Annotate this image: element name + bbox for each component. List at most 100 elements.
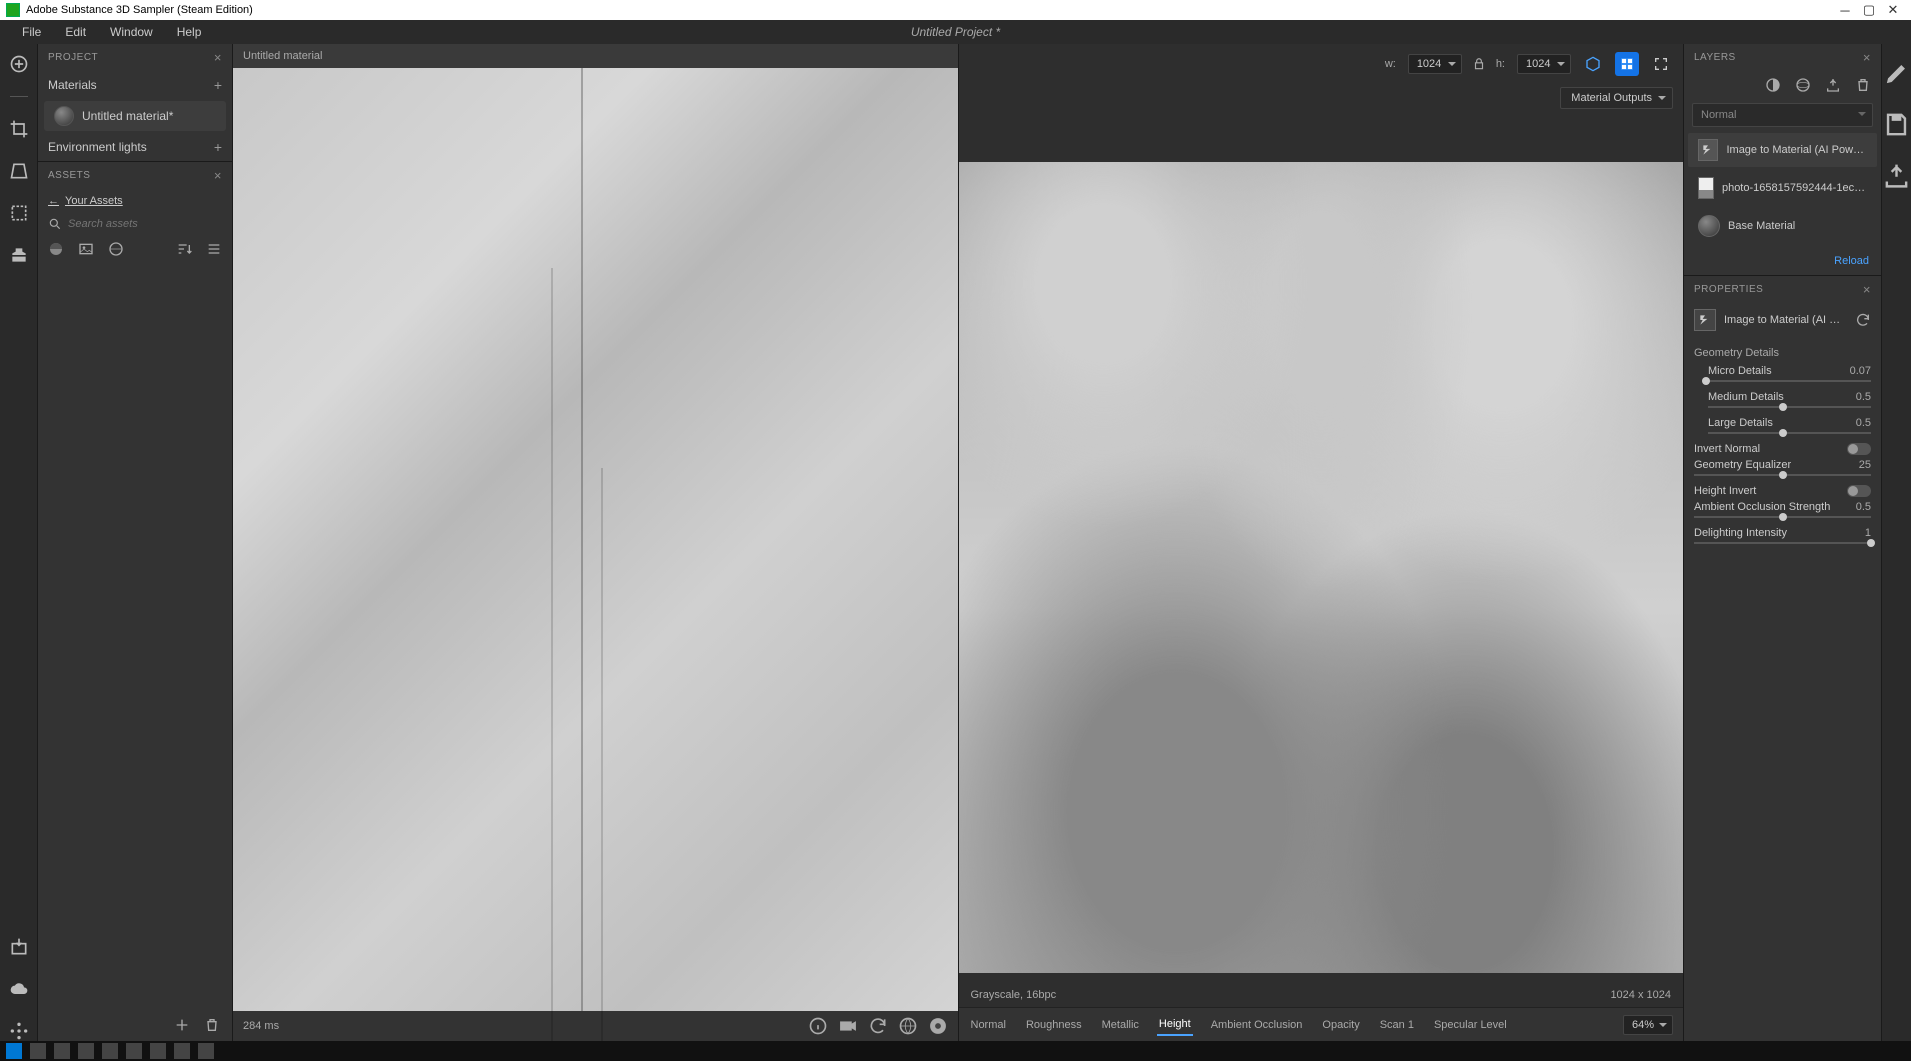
large-details-slider[interactable]: [1694, 429, 1871, 439]
taskbar-item[interactable]: [102, 1043, 118, 1059]
channel-ao[interactable]: Ambient Occlusion: [1209, 1015, 1305, 1035]
add-asset-button[interactable]: [174, 1017, 190, 1033]
env-lights-label: Environment lights: [48, 140, 147, 154]
channel-opacity[interactable]: Opacity: [1320, 1015, 1361, 1035]
view-2d-toggle[interactable]: [1615, 52, 1639, 76]
menu-window[interactable]: Window: [98, 22, 165, 42]
layer-item[interactable]: Image to Material (AI Powered): [1688, 133, 1877, 167]
delighting-label: Delighting Intensity: [1694, 527, 1787, 539]
viewport3d-tab[interactable]: Untitled material: [243, 50, 322, 62]
delighting-slider[interactable]: [1694, 539, 1871, 549]
channel-specular[interactable]: Specular Level: [1432, 1015, 1509, 1035]
cloud-icon[interactable]: [9, 979, 29, 999]
large-details-label: Large Details: [1708, 417, 1773, 429]
geometry-equalizer-value: 25: [1859, 459, 1871, 471]
channel-normal[interactable]: Normal: [969, 1015, 1008, 1035]
close-window-button[interactable]: ✕: [1881, 2, 1905, 18]
width-dropdown[interactable]: 1024: [1408, 54, 1462, 74]
reload-link[interactable]: Reload: [1834, 255, 1869, 267]
fullscreen-icon[interactable]: [1649, 52, 1673, 76]
materials-label: Materials: [48, 78, 97, 92]
viewport-2d-canvas[interactable]: [959, 162, 1684, 973]
add-material-button[interactable]: +: [214, 77, 222, 93]
taskbar-item[interactable]: [30, 1043, 46, 1059]
start-button[interactable]: [6, 1043, 22, 1059]
taskbar-item[interactable]: [126, 1043, 142, 1059]
invert-normal-toggle[interactable]: [1847, 443, 1871, 455]
add-env-light-button[interactable]: +: [214, 139, 222, 155]
transform-icon[interactable]: [9, 203, 29, 223]
reset-icon[interactable]: [1855, 312, 1871, 328]
ao-strength-slider[interactable]: [1694, 513, 1871, 523]
minimize-button[interactable]: ─: [1833, 3, 1857, 18]
material-item[interactable]: Untitled material*: [44, 101, 226, 131]
assets-back-button[interactable]: ← Your Assets: [38, 189, 232, 213]
material-outputs-dropdown[interactable]: Material Outputs: [1560, 87, 1673, 109]
network-icon[interactable]: [9, 1021, 29, 1041]
filter-image-icon[interactable]: [78, 241, 94, 257]
save-icon[interactable]: [1882, 110, 1911, 139]
export-icon[interactable]: [9, 937, 29, 957]
material-thumb-icon: [54, 106, 74, 126]
perspective-icon[interactable]: [9, 161, 29, 181]
taskbar-item[interactable]: [174, 1043, 190, 1059]
geometry-equalizer-slider[interactable]: [1694, 471, 1871, 481]
camera-icon[interactable]: [838, 1016, 858, 1036]
close-project-panel[interactable]: ×: [214, 50, 222, 65]
medium-details-slider[interactable]: [1694, 403, 1871, 413]
layer-item-label: photo-1658157592444-1ece55c40733.png: [1722, 182, 1867, 194]
height-dropdown[interactable]: 1024: [1517, 54, 1571, 74]
channel-scan1[interactable]: Scan 1: [1378, 1015, 1416, 1035]
delete-asset-button[interactable]: [204, 1017, 220, 1033]
close-layers-panel[interactable]: ×: [1863, 50, 1871, 65]
menu-file[interactable]: File: [10, 22, 53, 42]
taskbar-item[interactable]: [198, 1043, 214, 1059]
taskbar-item[interactable]: [150, 1043, 166, 1059]
layer-item[interactable]: photo-1658157592444-1ece55c40733.png: [1688, 171, 1877, 205]
layer-item[interactable]: Base Material: [1688, 209, 1877, 243]
layer-export-icon[interactable]: [1825, 77, 1841, 93]
viewport-3d-canvas[interactable]: [233, 68, 958, 1011]
layer-contrast-icon[interactable]: [1765, 77, 1781, 93]
render-settings-icon[interactable]: [928, 1016, 948, 1036]
filter-material-icon[interactable]: [48, 241, 64, 257]
property-layer-name: Image to Material (AI Power...: [1724, 314, 1847, 326]
micro-details-slider[interactable]: [1694, 377, 1871, 387]
list-view-icon[interactable]: [206, 241, 222, 257]
maximize-button[interactable]: ▢: [1857, 2, 1881, 18]
resolution-label: 1024 x 1024: [1610, 989, 1671, 1001]
assets-search-input[interactable]: [68, 218, 222, 230]
zoom-dropdown[interactable]: 64%: [1623, 1015, 1673, 1035]
layer-mask-icon[interactable]: [1795, 77, 1811, 93]
add-icon[interactable]: [9, 54, 29, 74]
channel-roughness[interactable]: Roughness: [1024, 1015, 1084, 1035]
taskbar-item[interactable]: [54, 1043, 70, 1059]
menu-help[interactable]: Help: [165, 22, 214, 42]
medium-details-value: 0.5: [1856, 391, 1871, 403]
lock-aspect-icon[interactable]: [1472, 57, 1486, 71]
share-icon[interactable]: [1882, 161, 1911, 190]
taskbar-item[interactable]: [78, 1043, 94, 1059]
close-assets-panel[interactable]: ×: [214, 168, 222, 183]
environment-icon[interactable]: [898, 1016, 918, 1036]
edit-icon[interactable]: [1882, 59, 1911, 88]
crop-icon[interactable]: [9, 119, 29, 139]
viewport-2d: w: 1024 h: 1024 Material Outputs Graysca…: [959, 44, 1684, 1041]
windows-taskbar[interactable]: [0, 1041, 1911, 1061]
refresh-icon[interactable]: [868, 1016, 888, 1036]
info-icon[interactable]: [808, 1016, 828, 1036]
properties-panel: PROPERTIES × Image to Material (AI Power…: [1684, 275, 1881, 1041]
clone-stamp-icon[interactable]: [9, 245, 29, 265]
close-properties-panel[interactable]: ×: [1863, 282, 1871, 297]
blend-mode-dropdown[interactable]: Normal: [1692, 103, 1873, 127]
menu-edit[interactable]: Edit: [53, 22, 98, 42]
sort-icon[interactable]: [176, 241, 192, 257]
filter-generator-icon[interactable]: [108, 241, 124, 257]
layer-delete-icon[interactable]: [1855, 77, 1871, 93]
geometry-equalizer-label: Geometry Equalizer: [1694, 459, 1791, 471]
height-invert-toggle[interactable]: [1847, 485, 1871, 497]
channel-height[interactable]: Height: [1157, 1014, 1193, 1036]
channel-metallic[interactable]: Metallic: [1100, 1015, 1141, 1035]
layer-material-icon: [1698, 215, 1720, 237]
view-3d-toggle[interactable]: [1581, 52, 1605, 76]
